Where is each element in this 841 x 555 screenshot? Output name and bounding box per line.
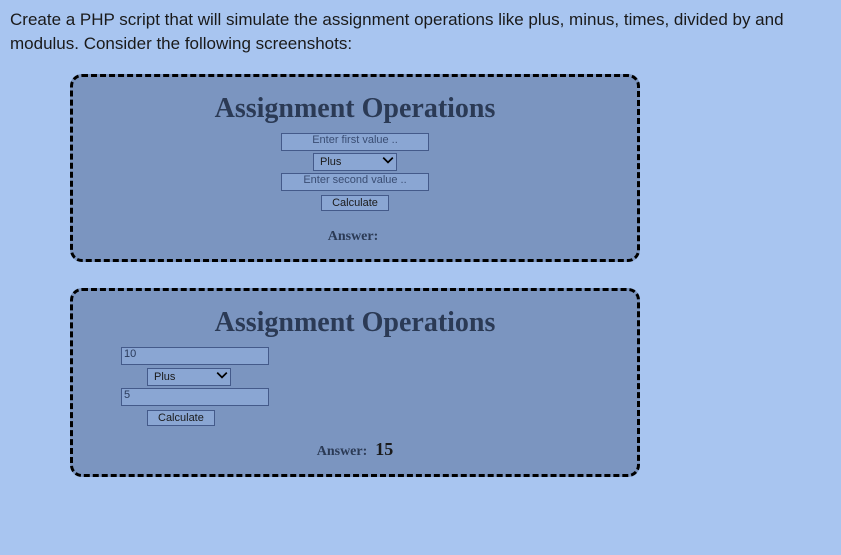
form-area: 10 Plus 5 Calculate	[91, 347, 619, 427]
calculate-button[interactable]: Calculate	[147, 410, 215, 426]
second-value-input[interactable]: Enter second value ..	[281, 173, 429, 191]
answer-label: Answer:	[317, 444, 368, 459]
form-area: Enter first value .. Plus Enter second v…	[91, 133, 619, 213]
screenshot-card-2: Assignment Operations 10 Plus 5 Calculat…	[70, 288, 640, 477]
operator-selected-label: Plus	[154, 371, 175, 383]
instruction-text: Create a PHP script that will simulate t…	[6, 8, 835, 56]
operator-selected-label: Plus	[320, 156, 341, 168]
card-title: Assignment Operations	[91, 307, 619, 339]
answer-value: 15	[375, 439, 393, 459]
answer-row: Answer:	[91, 224, 619, 245]
chevron-down-icon	[216, 369, 228, 384]
card-title: Assignment Operations	[91, 93, 619, 125]
first-value-input[interactable]: Enter first value ..	[281, 133, 429, 151]
operator-select[interactable]: Plus	[313, 153, 397, 171]
second-value-input[interactable]: 5	[121, 388, 269, 406]
answer-row: Answer: 15	[91, 439, 619, 460]
answer-label: Answer:	[328, 229, 379, 244]
screenshot-card-1: Assignment Operations Enter first value …	[70, 74, 640, 263]
calculate-button[interactable]: Calculate	[321, 195, 389, 211]
operator-select[interactable]: Plus	[147, 368, 231, 386]
first-value-input[interactable]: 10	[121, 347, 269, 365]
chevron-down-icon	[382, 154, 394, 169]
